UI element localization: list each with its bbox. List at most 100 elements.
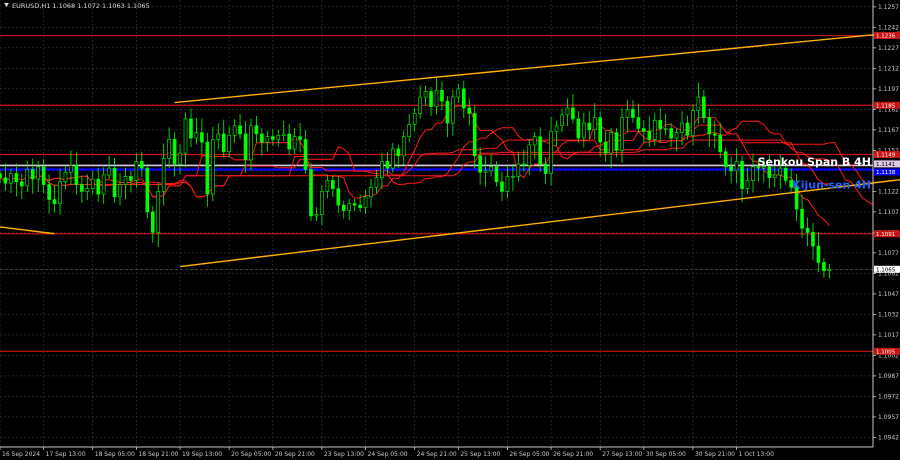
time-tick-label: 19 Sep 13:00: [182, 451, 222, 458]
time-tick-label: 27 Sep 13:00: [602, 451, 642, 458]
candle-body: [707, 117, 712, 135]
candle-body: [3, 177, 8, 184]
price-tick-label: 1.1242: [878, 24, 899, 31]
candle-body: [587, 122, 592, 131]
candle-body: [543, 163, 548, 174]
candle-body: [827, 268, 832, 271]
candle-body: [232, 125, 237, 136]
candle-body: [822, 262, 826, 271]
candle-body: [25, 169, 30, 187]
level-price-label: 1.1185: [876, 103, 896, 109]
time-tick-label: 23 Sep 13:00: [324, 451, 364, 458]
candle-body: [281, 133, 286, 136]
candle-body: [107, 167, 111, 176]
current-price-label: 1.1065: [876, 267, 896, 273]
candle-body: [516, 163, 521, 177]
candle-body: [90, 178, 95, 189]
time-tick-label: 25 Sep 13:00: [460, 451, 500, 458]
candle-body: [80, 184, 84, 192]
candle-body: [47, 184, 51, 200]
candle-body: [227, 135, 231, 153]
candle-body: [96, 178, 101, 195]
level-price-label: 1.1138: [876, 170, 896, 176]
price-tick-label: 1.1107: [878, 209, 899, 216]
candle-body: [363, 196, 368, 209]
candle-body: [374, 177, 379, 188]
price-chart[interactable]: Senkou Span B 4H Kijun-sen 4H 1.1257 1.124…: [0, 0, 900, 460]
candle-body: [636, 117, 641, 129]
candle-body: [150, 211, 155, 233]
candle-body: [451, 96, 455, 124]
price-tick-label: 1.1197: [878, 86, 899, 93]
level-price-label: 1.1091: [876, 232, 895, 238]
candle-body: [767, 166, 772, 179]
candle-body: [772, 174, 777, 179]
candle-body: [527, 144, 532, 166]
annotation-label: Senkou Span B 4H: [758, 155, 871, 168]
candle-body: [456, 88, 461, 98]
candle-body: [669, 128, 673, 139]
time-tick-label: 16 Sep 2024: [2, 451, 40, 458]
candle-body: [576, 118, 581, 139]
price-tick-label: 1.1167: [878, 127, 899, 134]
candle-body: [118, 184, 122, 198]
candle-body: [582, 122, 586, 139]
candle-body: [751, 166, 755, 181]
candle-body: [511, 176, 515, 178]
level-price-label: 1.1141: [876, 162, 895, 168]
price-tick-label: 1.1122: [878, 188, 899, 195]
candle-body: [696, 96, 701, 112]
candle-body: [625, 109, 630, 118]
chart-window: Senkou Span B 4H Kijun-sen 4H 1.1257 1.124…: [0, 0, 900, 460]
candle-body: [461, 88, 466, 109]
candle-body: [440, 89, 444, 102]
candle-body: [745, 180, 750, 189]
candle-body: [521, 163, 526, 166]
candle-body: [238, 125, 242, 135]
candle-body: [467, 107, 472, 114]
candle-body: [734, 161, 739, 172]
candle-body: [740, 161, 744, 189]
candle-body: [271, 136, 275, 140]
candle-body: [805, 227, 810, 233]
candle-body: [565, 107, 570, 116]
time-tick-label: 18 Sep 21:00: [138, 451, 178, 458]
candle-body: [178, 152, 182, 165]
candle-body: [685, 122, 690, 136]
candle-body: [423, 91, 428, 98]
candle-body: [412, 113, 417, 125]
time-tick-label: 30 Sep 21:00: [695, 451, 735, 458]
candle-body: [369, 186, 373, 198]
candle-body: [489, 166, 493, 172]
candle-body: [20, 181, 24, 187]
candle-body: [778, 167, 783, 176]
candle-body: [216, 133, 221, 140]
candle-body: [69, 165, 73, 173]
candle-body: [298, 136, 302, 140]
candle-body: [549, 130, 553, 174]
annotation-label: Kijun-sen 4H: [792, 179, 871, 192]
candle-body: [292, 136, 297, 150]
time-tick-label: 20 Sep 21:00: [275, 451, 315, 458]
candle-body: [9, 173, 13, 184]
candle-body: [554, 125, 559, 132]
candle-body: [276, 135, 281, 140]
candle-body: [210, 139, 215, 195]
price-tick-label: 1.1032: [878, 311, 899, 318]
candle-body: [729, 166, 733, 172]
candle-body: [145, 167, 150, 213]
candle-body: [200, 132, 204, 143]
candle-body: [134, 161, 139, 181]
candle-body: [254, 125, 259, 135]
candle-body: [500, 181, 504, 192]
time-tick-label: 30 Sep 05:00: [646, 451, 686, 458]
candle-body: [674, 132, 679, 139]
candle-body: [494, 166, 499, 183]
candle-body: [571, 107, 575, 120]
candle-body: [167, 139, 171, 159]
candle-body: [445, 100, 450, 124]
candle-body: [560, 114, 564, 127]
time-tick-label: 24 Sep 05:00: [368, 451, 408, 458]
candle-body: [429, 91, 433, 107]
candle-body: [642, 128, 646, 132]
